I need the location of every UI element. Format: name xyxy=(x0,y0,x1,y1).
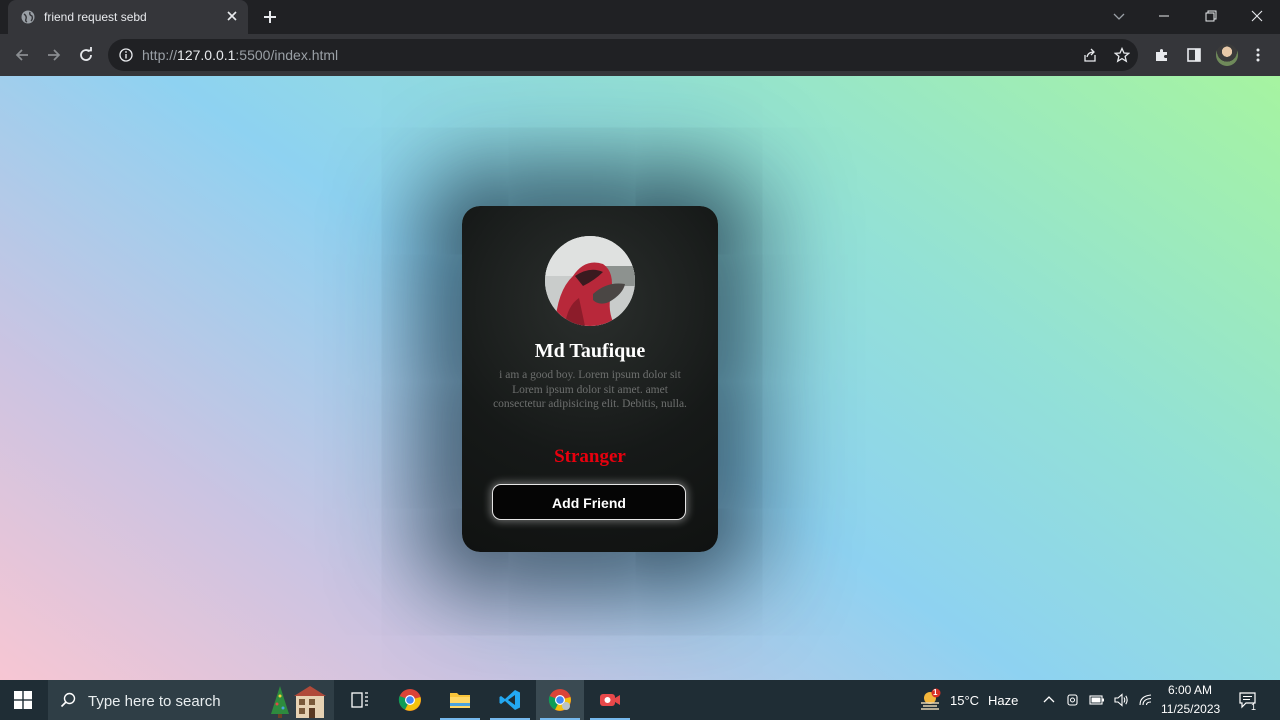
clock-time[interactable]: 6:00 AM xyxy=(1168,683,1212,697)
minimize-icon[interactable] xyxy=(1156,8,1172,24)
profile-name: Md Taufique xyxy=(534,340,646,362)
side-panel-icon[interactable] xyxy=(1186,47,1202,63)
meet-now-icon[interactable] xyxy=(1065,692,1081,708)
battery-icon[interactable] xyxy=(1089,692,1105,708)
volume-icon[interactable] xyxy=(1113,692,1129,708)
back-arrow-icon[interactable] xyxy=(14,47,30,63)
profile-bio: i am a good boy. Lorem ipsum dolor sit L… xyxy=(493,369,687,410)
weather-haze-icon[interactable] xyxy=(918,688,942,712)
relationship-status: Stranger xyxy=(554,446,626,467)
weather-badge-count: 1 xyxy=(933,688,938,697)
tab-search-chevron-icon[interactable] xyxy=(1111,8,1127,24)
taskbar-chrome[interactable] xyxy=(386,680,434,720)
browser-toolbar: http://127.0.0.1:5500/index.html xyxy=(0,34,1280,76)
reload-icon[interactable] xyxy=(78,47,94,63)
profile-photo xyxy=(545,236,635,326)
profile-avatar[interactable] xyxy=(1216,44,1238,66)
weather-temperature[interactable]: 15°C xyxy=(950,693,979,708)
search-placeholder: Type here to search xyxy=(88,693,221,710)
restore-icon[interactable] xyxy=(1203,8,1219,24)
forward-arrow-icon[interactable] xyxy=(46,47,62,63)
page-viewport: Md Taufique i am a good boy. Lorem ipsum… xyxy=(0,76,1280,680)
site-info-icon[interactable] xyxy=(119,48,133,62)
url-text[interactable]: http://127.0.0.1:5500/index.html xyxy=(142,47,338,63)
task-view-icon xyxy=(351,692,368,708)
url-scheme: http:// xyxy=(142,47,178,63)
screen-recorder-icon xyxy=(600,694,620,706)
chrome-icon xyxy=(398,689,421,711)
wifi-icon[interactable] xyxy=(1138,692,1154,708)
chrome-icon xyxy=(548,689,571,711)
profile-photo-image xyxy=(545,236,635,326)
add-friend-button[interactable]: Add Friend xyxy=(492,484,686,520)
show-hidden-icons-chevron-icon[interactable] xyxy=(1041,692,1057,708)
vscode-icon xyxy=(499,690,520,710)
friend-request-card: Md Taufique i am a good boy. Lorem ipsum… xyxy=(462,206,718,552)
notification-count: 1 xyxy=(1251,702,1257,712)
search-highlight-illustration xyxy=(271,686,326,718)
url-path: :5500/index.html xyxy=(235,47,339,63)
close-tab-icon[interactable] xyxy=(226,10,238,22)
clock-date[interactable]: 11/25/2023 xyxy=(1161,702,1220,716)
share-icon[interactable] xyxy=(1082,47,1098,63)
tab-title: friend request sebd xyxy=(44,10,147,24)
taskbar-search-box[interactable]: Type here to search xyxy=(48,680,334,720)
taskbar-file-explorer[interactable] xyxy=(436,680,484,720)
browser-tab-strip: friend request sebd xyxy=(0,0,1280,34)
url-host: 127.0.0.1 xyxy=(177,47,236,63)
windows-start-icon[interactable] xyxy=(14,691,32,709)
taskbar-screen-recorder[interactable] xyxy=(586,680,634,720)
task-view-button[interactable] xyxy=(336,680,384,720)
extensions-puzzle-icon[interactable] xyxy=(1154,47,1170,63)
new-tab-icon[interactable] xyxy=(262,9,278,25)
address-bar[interactable]: http://127.0.0.1:5500/index.html xyxy=(108,39,1138,71)
weather-description[interactable]: Haze xyxy=(988,693,1018,708)
close-window-icon[interactable] xyxy=(1249,8,1265,24)
more-menu-icon[interactable] xyxy=(1250,47,1266,63)
search-icon xyxy=(60,692,76,708)
browser-tab[interactable]: friend request sebd xyxy=(8,0,248,34)
taskbar-vscode[interactable] xyxy=(486,680,534,720)
windows-taskbar: Type here to search 1 15°C Haze 6:00 AM … xyxy=(0,680,1280,720)
taskbar-chrome-active[interactable] xyxy=(536,680,584,720)
globe-icon xyxy=(21,10,35,24)
bookmark-star-icon[interactable] xyxy=(1114,47,1130,63)
file-explorer-icon xyxy=(450,693,470,708)
